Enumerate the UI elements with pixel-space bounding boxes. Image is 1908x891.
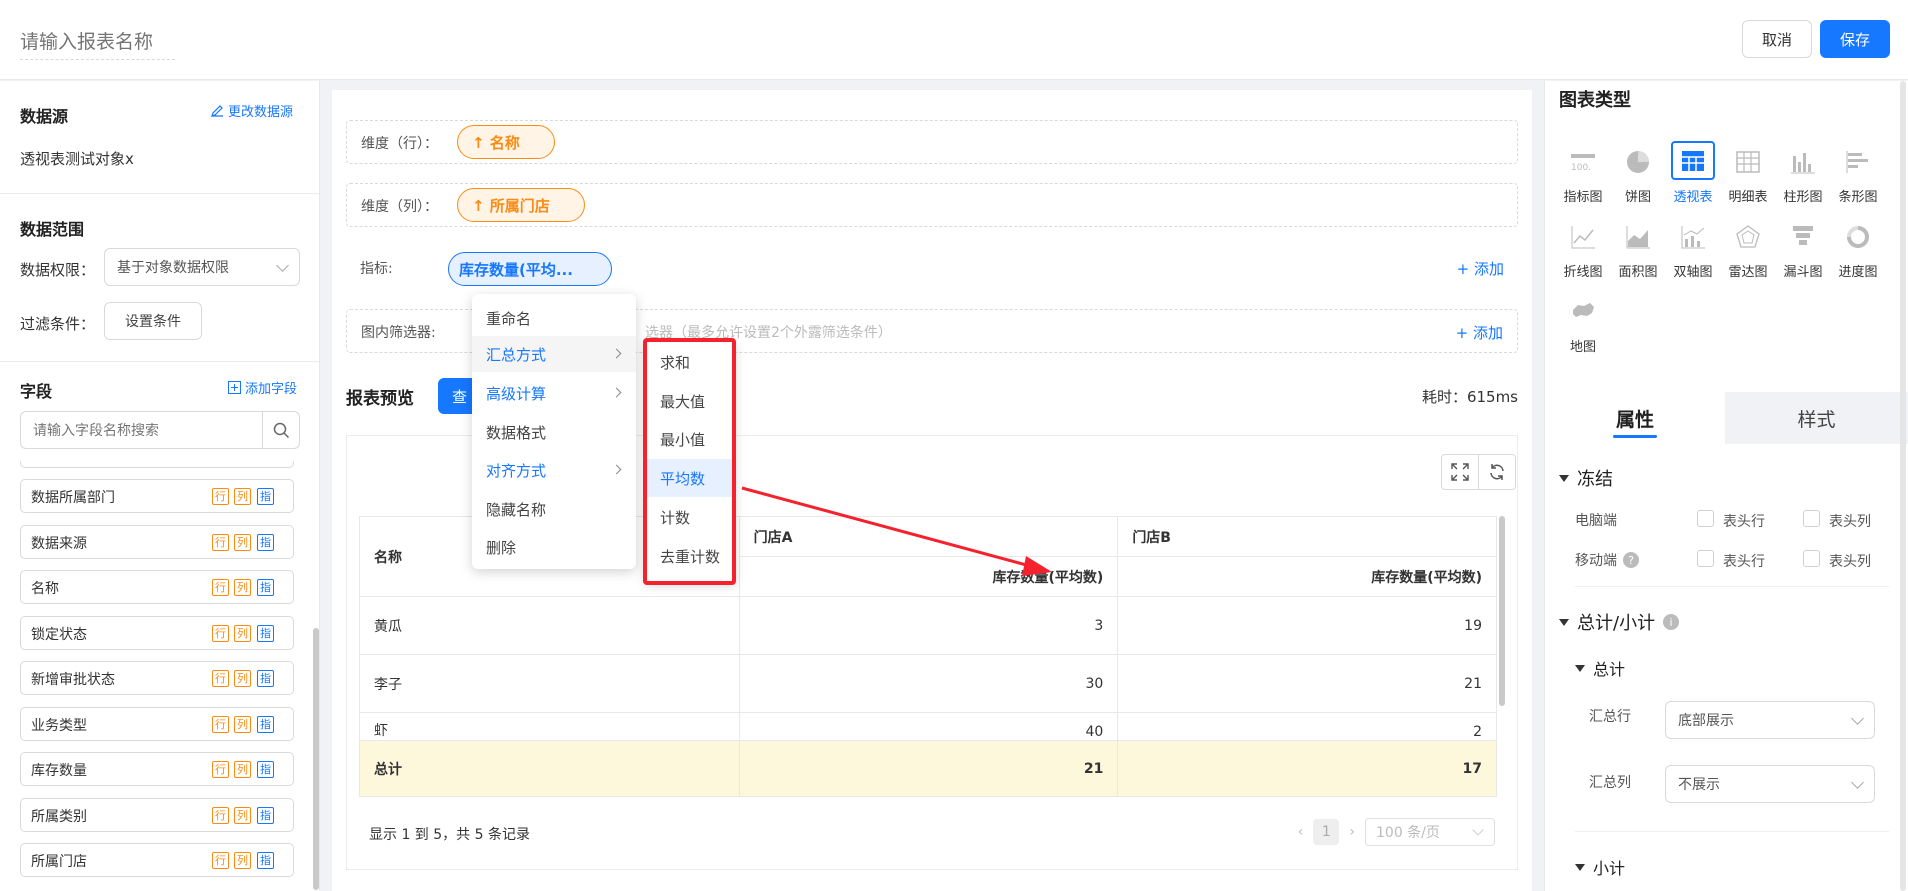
chart-type-column[interactable]: 柱形图	[1777, 133, 1829, 205]
help-icon[interactable]: ?	[1623, 552, 1639, 568]
radar-chart-icon	[1736, 224, 1760, 248]
mobile-header-row-label: 表头行	[1723, 554, 1765, 570]
total-col-label: 汇总列	[1589, 775, 1631, 791]
right-panel: 图表类型 100. 指标图 饼图 透视表 明细表 柱形图 条形图 折线图 面积图…	[1544, 81, 1908, 891]
mobile-header-col-label: 表头列	[1829, 554, 1871, 570]
chart-type-map[interactable]: 地图	[1557, 283, 1609, 355]
detail-table-icon	[1736, 150, 1760, 173]
dual-axis-chart-icon	[1681, 225, 1705, 248]
chart-type-bar[interactable]: 条形图	[1832, 133, 1884, 205]
pie-chart-icon	[1627, 150, 1649, 173]
caret-down-icon	[1575, 664, 1585, 672]
chart-type-pivot[interactable]: 透视表	[1667, 133, 1719, 205]
tab-style[interactable]: 样式	[1725, 392, 1908, 444]
chevron-down-icon	[1851, 712, 1864, 725]
chart-type-funnel[interactable]: 漏斗图	[1777, 208, 1829, 280]
pc-label: 电脑端	[1575, 513, 1617, 529]
info-icon[interactable]: i	[1663, 614, 1680, 630]
svg-text:100.: 100.	[1571, 163, 1591, 173]
caret-down-icon	[1559, 618, 1569, 626]
indicator-chart-icon: 100.	[1571, 153, 1595, 173]
chart-type-dual-axis[interactable]: 双轴图	[1667, 208, 1719, 280]
total-section-title[interactable]: 总计	[1575, 656, 1625, 680]
progress-chart-icon	[1847, 225, 1869, 248]
column-chart-icon	[1791, 152, 1815, 173]
caret-down-icon	[1575, 863, 1585, 871]
chart-type-radar[interactable]: 雷达图	[1722, 208, 1774, 280]
total-row-label: 汇总行	[1589, 709, 1631, 725]
chart-type-pie[interactable]: 饼图	[1612, 133, 1664, 205]
pc-header-row-label: 表头行	[1723, 514, 1765, 530]
mobile-header-col-checkbox[interactable]	[1803, 550, 1820, 567]
total-subtotal-section-title[interactable]: 总计/小计 i	[1559, 609, 1680, 635]
area-chart-icon	[1626, 225, 1650, 248]
chart-type-indicator[interactable]: 100. 指标图	[1557, 133, 1609, 205]
map-chart-icon	[1573, 302, 1594, 317]
chart-type-progress[interactable]: 进度图	[1832, 208, 1884, 280]
mobile-header-row-checkbox[interactable]	[1697, 550, 1714, 567]
chart-type-title: 图表类型	[1559, 90, 1631, 111]
total-row-select[interactable]: 底部展示	[1665, 701, 1875, 739]
total-col-select[interactable]: 不展示	[1665, 765, 1875, 803]
pc-header-col-label: 表头列	[1829, 514, 1871, 530]
pc-header-row-checkbox[interactable]	[1697, 510, 1714, 527]
pivot-table-icon	[1682, 150, 1704, 171]
mobile-label: 移动端?	[1575, 550, 1639, 570]
chart-type-detail[interactable]: 明细表	[1722, 133, 1774, 205]
pc-header-col-checkbox[interactable]	[1803, 510, 1820, 527]
bar-chart-icon	[1846, 150, 1868, 173]
property-tabs: 属性 样式	[1545, 392, 1908, 444]
funnel-chart-icon	[1793, 225, 1813, 245]
chevron-down-icon	[1851, 776, 1864, 789]
chart-type-area[interactable]: 面积图	[1612, 208, 1664, 280]
line-chart-icon	[1571, 225, 1595, 248]
subtotal-section-title[interactable]: 小计	[1575, 855, 1625, 879]
chart-type-line[interactable]: 折线图	[1557, 208, 1609, 280]
tab-properties[interactable]: 属性	[1545, 392, 1725, 444]
right-scrollbar[interactable]	[1900, 81, 1906, 891]
freeze-section-title[interactable]: 冻结	[1559, 465, 1613, 491]
caret-down-icon	[1559, 474, 1569, 482]
